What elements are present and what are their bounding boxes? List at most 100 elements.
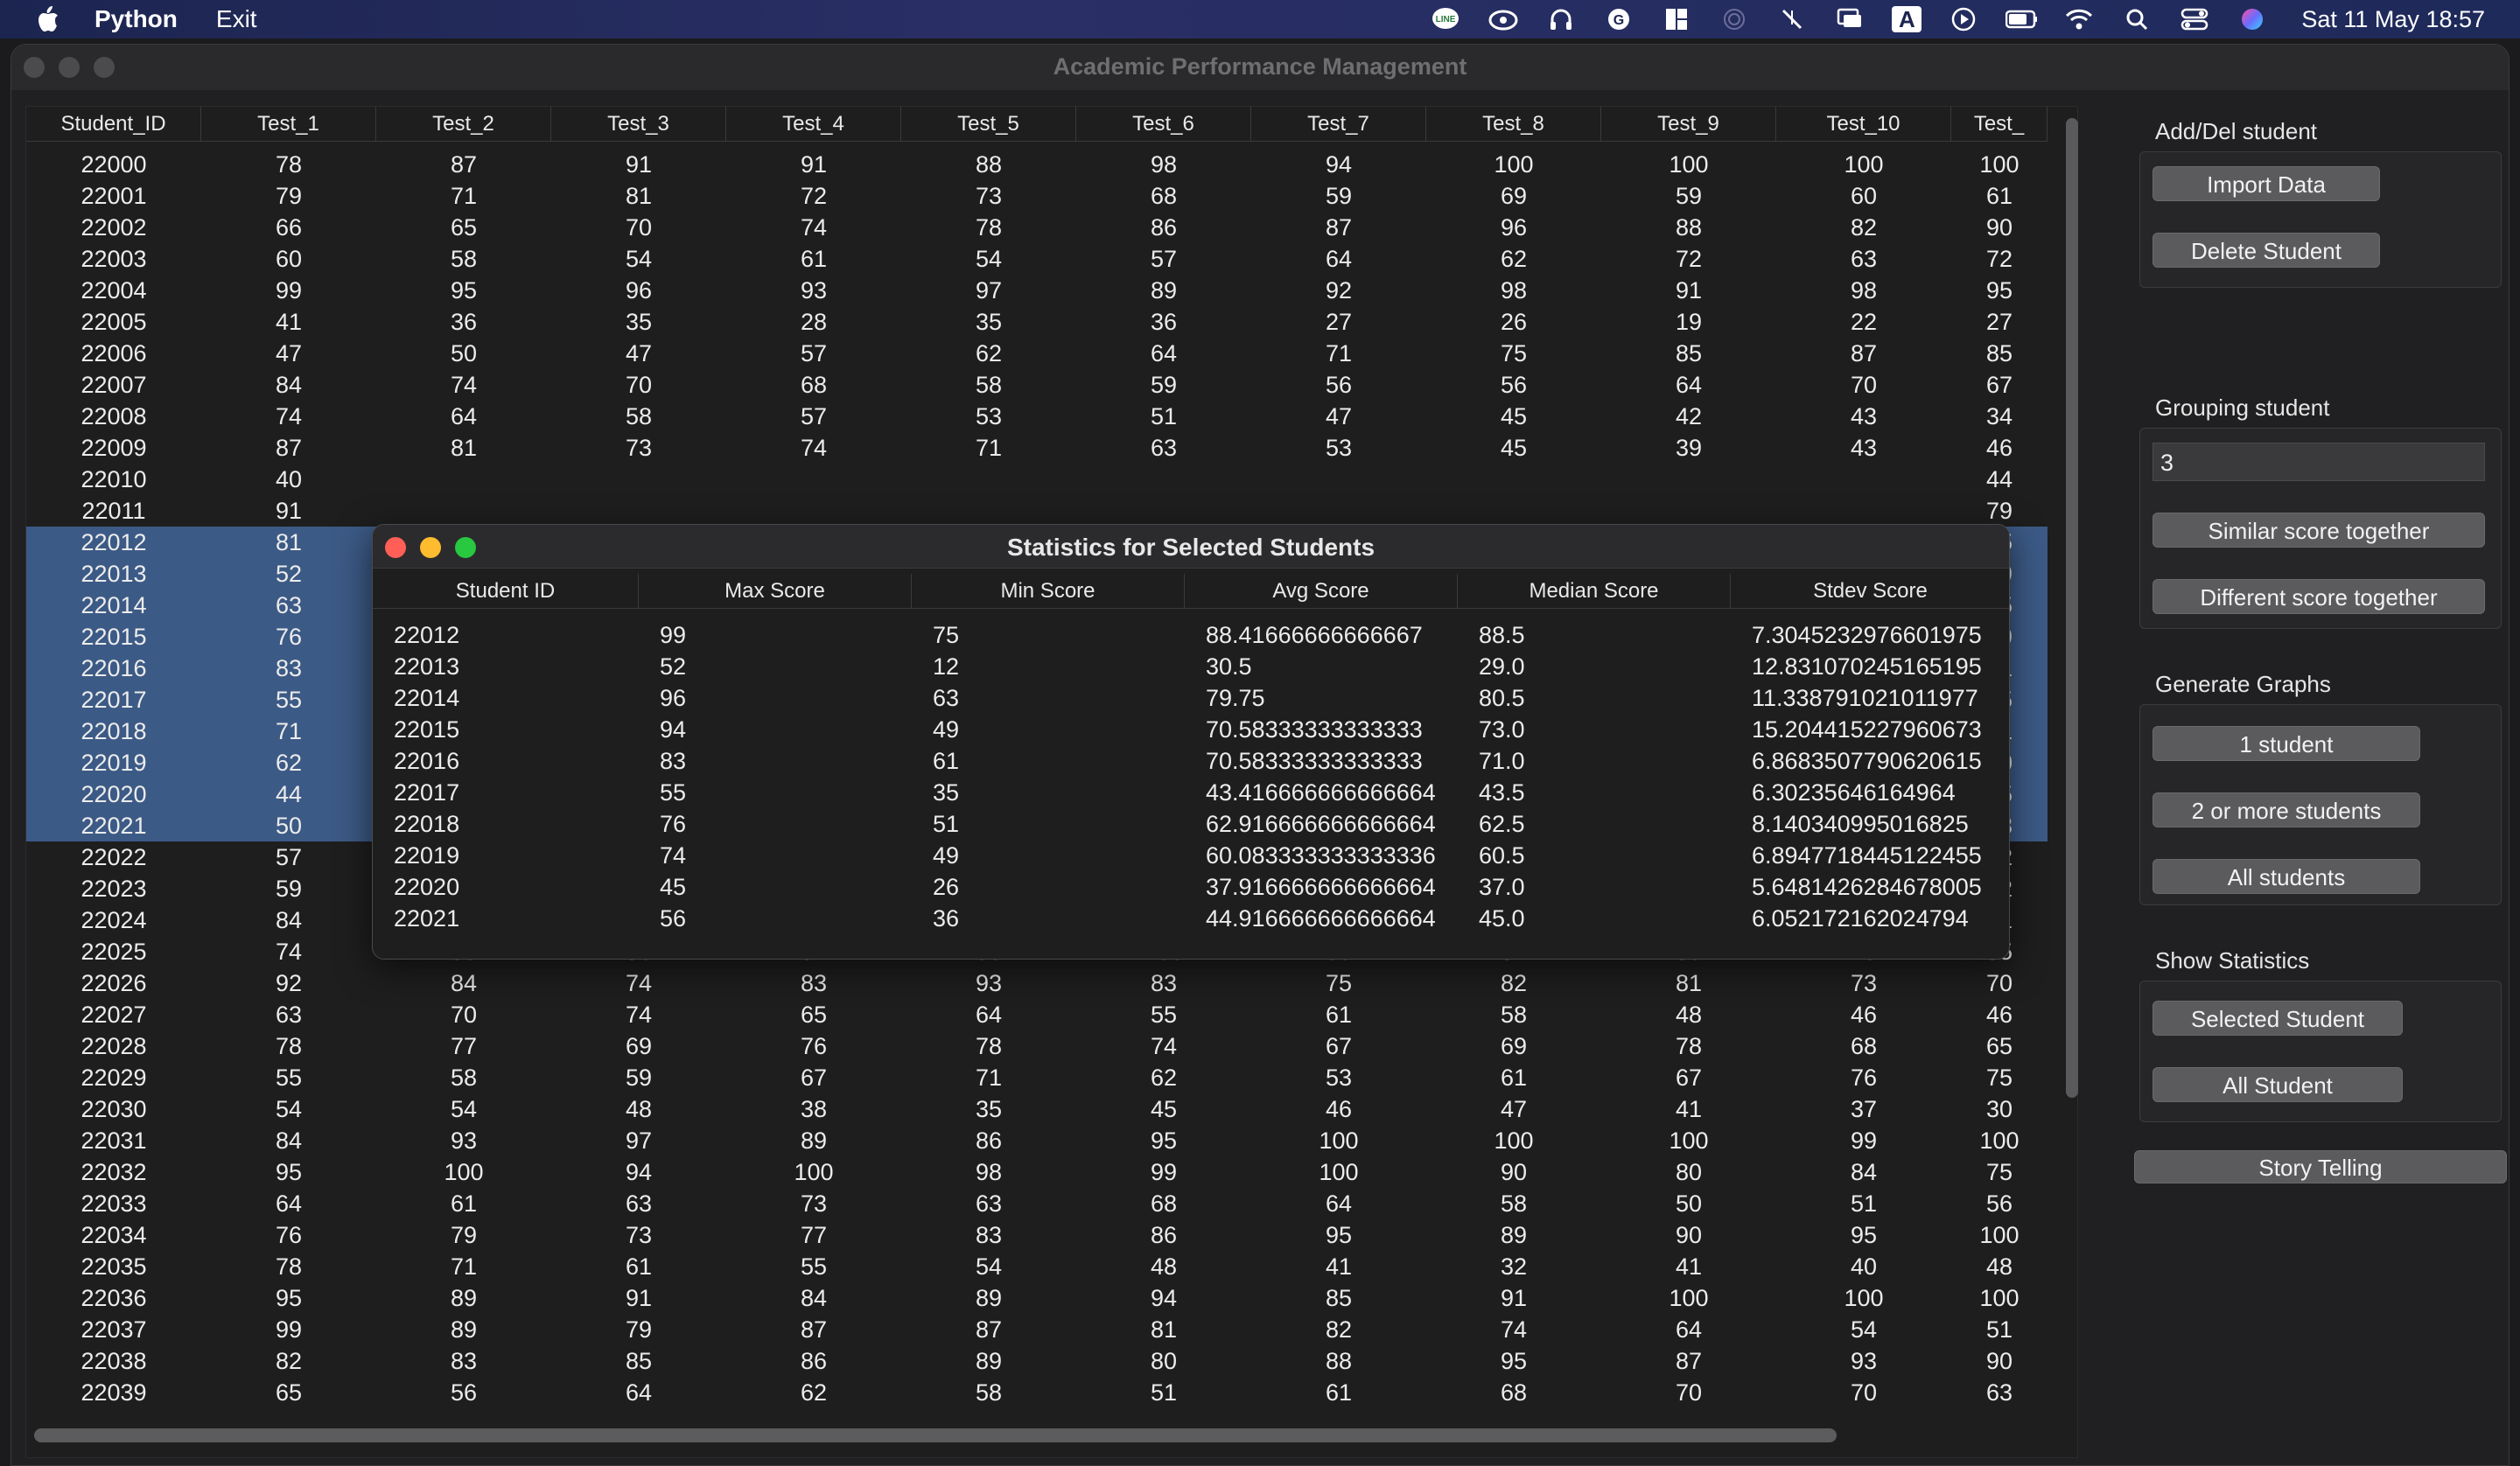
- battery-icon[interactable]: [2006, 6, 2038, 32]
- table-row[interactable]: 22029 55 58 59 67 71 62 53 61 67 76 75: [26, 1062, 2048, 1093]
- dialog-column-header[interactable]: Min Score: [912, 574, 1185, 608]
- dialog-row[interactable]: 22016 83 61 70.58333333333333 71.0 6.86835077…: [373, 745, 2009, 777]
- column-header[interactable]: Test_3: [551, 107, 726, 141]
- line-app-icon[interactable]: LINE: [1430, 6, 1461, 32]
- column-header[interactable]: Test_6: [1076, 107, 1251, 141]
- headphones-icon[interactable]: [1545, 6, 1577, 32]
- table-row[interactable]: 22005 41 36 35 28 35 36 27 26 19 22 27: [26, 306, 2048, 338]
- selected-student-stats-button[interactable]: Selected Student: [2152, 1001, 2403, 1036]
- table-row[interactable]: 22037 99 89 79 87 87 81 82 74 64 54 51: [26, 1314, 2048, 1345]
- delete-student-button[interactable]: Delete Student: [2152, 233, 2380, 268]
- column-header[interactable]: Test_5: [901, 107, 1076, 141]
- column-header[interactable]: Test_: [1951, 107, 2048, 141]
- exit-menu[interactable]: Exit: [216, 5, 257, 33]
- score-cell: 64: [1325, 246, 1353, 272]
- mute-icon[interactable]: [1776, 6, 1808, 32]
- table-row[interactable]: 22031 84 93 97 89 86 95 100 100 100 99 100: [26, 1125, 2048, 1156]
- table-row[interactable]: 22036 95 89 91 84 89 94 85 91 100 100 100: [26, 1282, 2048, 1314]
- score-cell: 91: [1500, 1285, 1528, 1311]
- table-row[interactable]: 22003 60 58 54 61 54 57 64 62 72 63 72: [26, 243, 2048, 275]
- dialog-row[interactable]: 22019 74 49 60.083333333333336 60.5 6.8947718…: [373, 840, 2009, 871]
- input-source-icon[interactable]: A: [1892, 6, 1922, 32]
- column-header[interactable]: Test_4: [726, 107, 901, 141]
- dialog-row[interactable]: 22017 55 35 43.416666666666664 43.5 6.3023564…: [373, 777, 2009, 808]
- table-row[interactable]: 22026 92 84 74 83 93 83 75 82 81 73 70: [26, 967, 2048, 999]
- column-header[interactable]: Student_ID: [26, 107, 201, 141]
- dialog-titlebar[interactable]: Statistics for Selected Students: [373, 525, 2009, 569]
- svg-text:LINE: LINE: [1436, 15, 1456, 24]
- table-row[interactable]: 22002 66 65 70 74 78 86 87 96 88 82 90: [26, 212, 2048, 243]
- window-layout-icon[interactable]: [1661, 6, 1692, 32]
- dialog-row[interactable]: 22018 76 51 62.916666666666664 62.5 8.1403409…: [373, 808, 2009, 840]
- dialog-column-header[interactable]: Median Score: [1458, 574, 1731, 608]
- app-name-menu[interactable]: Python: [94, 5, 178, 33]
- score-cell: 61: [1500, 1065, 1528, 1091]
- dialog-row[interactable]: 22021 56 36 44.916666666666664 45.0 6.0521721…: [373, 903, 2009, 934]
- table-row[interactable]: 22033 64 61 63 73 63 68 64 58 50 51 56: [26, 1188, 2048, 1219]
- dialog-row[interactable]: 22014 96 63 79.75 80.5 11.338791021011977: [373, 682, 2009, 714]
- all-student-stats-button[interactable]: All Student: [2152, 1067, 2403, 1102]
- score-cell: 100: [794, 1159, 834, 1185]
- dialog-cell: 7.3045232976601975: [1752, 622, 1982, 648]
- column-header[interactable]: Test_9: [1601, 107, 1776, 141]
- table-row[interactable]: 22032 95 100 94 100 98 99 100 90 80 84 75: [26, 1156, 2048, 1188]
- table-row[interactable]: 22000 78 87 91 91 88 98 94 100 100 100 100: [26, 149, 2048, 180]
- column-header[interactable]: Test_10: [1776, 107, 1951, 141]
- vertical-scrollbar[interactable]: [2066, 118, 2078, 1098]
- control-center-icon[interactable]: [2179, 6, 2210, 32]
- dialog-row[interactable]: 22020 45 26 37.916666666666664 37.0 5.6481426…: [373, 871, 2009, 903]
- dialog-row[interactable]: 22012 99 75 88.41666666666667 88.5 7.30452329…: [373, 619, 2009, 651]
- two-more-students-graph-button[interactable]: 2 or more students: [2152, 792, 2420, 827]
- table-row[interactable]: 22006 47 50 47 57 62 64 71 75 85 87 85: [26, 338, 2048, 369]
- score-cell: 38: [800, 1096, 828, 1122]
- score-cell: [1426, 495, 1601, 527]
- student-id-cell: 22009: [80, 435, 147, 461]
- table-row[interactable]: 22039 65 56 64 62 58 51 61 68 70 70 63: [26, 1377, 2048, 1408]
- dialog-column-header[interactable]: Max Score: [639, 574, 912, 608]
- table-row[interactable]: 22011 91 79: [26, 495, 2048, 527]
- table-row[interactable]: 22004 99 95 96 93 97 89 92 98 91 98 95: [26, 275, 2048, 306]
- dialog-column-header[interactable]: Avg Score: [1185, 574, 1458, 608]
- dialog-column-header[interactable]: Student ID: [373, 574, 639, 608]
- column-header[interactable]: Test_1: [201, 107, 376, 141]
- table-row[interactable]: 22034 76 79 73 77 83 86 95 89 90 95 100: [26, 1219, 2048, 1251]
- import-data-button[interactable]: Import Data: [2152, 166, 2380, 201]
- wifi-icon[interactable]: [2063, 6, 2095, 32]
- all-students-graph-button[interactable]: All students: [2152, 859, 2420, 894]
- score-cell: 27: [1985, 309, 2013, 335]
- apple-icon[interactable]: [32, 3, 63, 35]
- story-telling-button[interactable]: Story Telling: [2134, 1150, 2507, 1183]
- creative-cloud-icon[interactable]: [1488, 6, 1519, 32]
- table-row[interactable]: 22001 79 71 81 72 73 68 59 69 59 60 61: [26, 180, 2048, 212]
- table-row[interactable]: 22010 40 44: [26, 464, 2048, 495]
- stats-title: Show Statistics: [2155, 947, 2310, 974]
- table-row[interactable]: 22009 87 81 73 74 71 63 53 45 39 43 46: [26, 432, 2048, 464]
- table-row[interactable]: 22007 84 74 70 68 58 59 56 56 64 70 67: [26, 369, 2048, 401]
- siri-icon[interactable]: [2236, 6, 2268, 32]
- dialog-column-header[interactable]: Stdev Score: [1731, 574, 2009, 608]
- grammarly-icon[interactable]: G: [1603, 6, 1634, 32]
- group-count-input[interactable]: 3: [2152, 443, 2485, 481]
- screen-mirror-icon[interactable]: [1834, 6, 1866, 32]
- column-header[interactable]: Test_2: [376, 107, 551, 141]
- dialog-row[interactable]: 22013 52 12 30.5 29.0 12.831070245165195: [373, 651, 2009, 682]
- table-row[interactable]: 22008 74 64 58 57 53 51 47 45 42 43 34: [26, 401, 2048, 432]
- table-row[interactable]: 22028 78 77 69 76 78 74 67 69 78 68 65: [26, 1030, 2048, 1062]
- different-score-button[interactable]: Different score together: [2152, 579, 2485, 614]
- menubar-clock[interactable]: Sat 11 May 18:57: [2301, 6, 2485, 33]
- score-cell: 48: [1150, 1253, 1178, 1280]
- dialog-row[interactable]: 22015 94 49 70.58333333333333 73.0 15.2044152…: [373, 714, 2009, 745]
- table-row[interactable]: 22027 63 70 74 65 64 55 61 58 48 46 46: [26, 999, 2048, 1030]
- table-row[interactable]: 22038 82 83 85 86 89 80 88 95 87 93 90: [26, 1345, 2048, 1377]
- search-icon[interactable]: [2121, 6, 2152, 32]
- play-icon[interactable]: [1948, 6, 1979, 32]
- column-header[interactable]: Test_7: [1251, 107, 1426, 141]
- column-header[interactable]: Test_8: [1426, 107, 1601, 141]
- window-titlebar[interactable]: Academic Performance Management: [11, 45, 2509, 90]
- one-student-graph-button[interactable]: 1 student: [2152, 726, 2420, 761]
- airdrop-icon[interactable]: [1718, 6, 1750, 32]
- table-row[interactable]: 22030 54 54 48 38 35 45 46 47 41 37 30: [26, 1093, 2048, 1125]
- table-row[interactable]: 22035 78 71 61 55 54 48 41 32 41 40 48: [26, 1251, 2048, 1282]
- horizontal-scrollbar[interactable]: [34, 1428, 1837, 1442]
- similar-score-button[interactable]: Similar score together: [2152, 513, 2485, 548]
